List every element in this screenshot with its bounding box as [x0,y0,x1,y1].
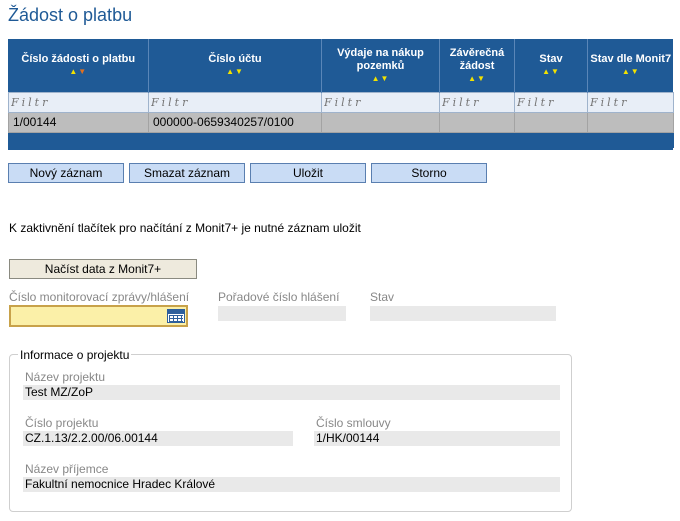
project-info-legend: Informace o projektu [18,348,132,362]
cell-monit7-status [587,111,674,133]
column-header-final-request[interactable]: Závěrečná žádost ▲▼ [439,39,515,92]
cell-status [514,111,588,133]
filter-input-status[interactable] [517,94,585,110]
report-number-input[interactable] [9,305,188,327]
payment-requests-grid: Číslo žádosti o platbu ▲▼ Číslo účtu ▲▼ … [8,39,674,150]
sort-icon[interactable]: ▲▼ [151,67,319,77]
new-record-button[interactable]: Nový záznam [8,163,124,183]
cell-request-number: 1/00144 [8,111,149,133]
cell-land-expenses [321,111,440,133]
filter-input-land-expenses[interactable] [324,94,437,110]
order-number-label: Pořadové číslo hlášení [218,290,340,304]
sort-icon[interactable]: ▲▼ [590,67,672,77]
cell-account-number: 000000-0659340257/0100 [148,111,322,133]
column-header-request-number[interactable]: Číslo žádosti o platbu ▲▼ [8,39,149,92]
filter-input-final-request[interactable] [442,94,512,110]
sort-icon[interactable]: ▲▼ [517,67,585,77]
sort-icon[interactable]: ▲▼ [442,74,512,84]
column-header-account-number[interactable]: Číslo účtu ▲▼ [148,39,322,92]
order-number-field [218,306,346,321]
column-header-land-expenses[interactable]: Výdaje na nákup pozemků ▲▼ [321,39,440,92]
sort-icon[interactable]: ▲▼ [324,74,437,84]
recipient-name-label: Název příjemce [25,462,109,476]
project-name-field: Test MZ/ZoP [23,385,560,400]
table-row[interactable]: 1/00144 000000-0659340257/0100 [8,111,674,133]
filter-input-monit7-status[interactable] [590,94,671,110]
project-name-label: Název projektu [25,370,106,384]
cell-final-request [439,111,515,133]
grid-footer [8,132,674,148]
page-title: Žádost o platbu [8,5,133,25]
grid-header-row: Číslo žádosti o platbu ▲▼ Číslo účtu ▲▼ … [8,39,674,92]
info-note: K zaktivnění tlačítek pro načítání z Mon… [9,221,361,235]
monit-status-label: Stav [370,290,395,304]
load-monit7-button[interactable]: Načíst data z Monit7+ [9,259,197,279]
column-header-monit7-status[interactable]: Stav dle Monit7 ▲▼ [588,39,674,92]
monit-status-field [370,306,556,321]
save-button[interactable]: Uložit [250,163,366,183]
calendar-icon[interactable] [167,309,185,323]
cancel-button[interactable]: Storno [371,163,487,183]
grid-filter-row [8,91,674,113]
contract-number-label: Číslo smlouvy [316,416,391,430]
delete-record-button[interactable]: Smazat záznam [129,163,245,183]
recipient-name-field: Fakultní nemocnice Hradec Králové [23,477,560,492]
filter-input-request-number[interactable] [11,94,146,110]
column-header-status[interactable]: Stav ▲▼ [514,39,588,92]
filter-input-account-number[interactable] [151,94,319,110]
sort-icon[interactable]: ▲▼ [11,67,147,77]
contract-number-field: 1/HK/00144 [314,431,560,446]
project-number-label: Číslo projektu [25,416,99,430]
report-number-label: Číslo monitorovací zprávy/hlášení [9,290,190,304]
project-number-field: CZ.1.13/2.2.00/06.00144 [23,431,293,446]
